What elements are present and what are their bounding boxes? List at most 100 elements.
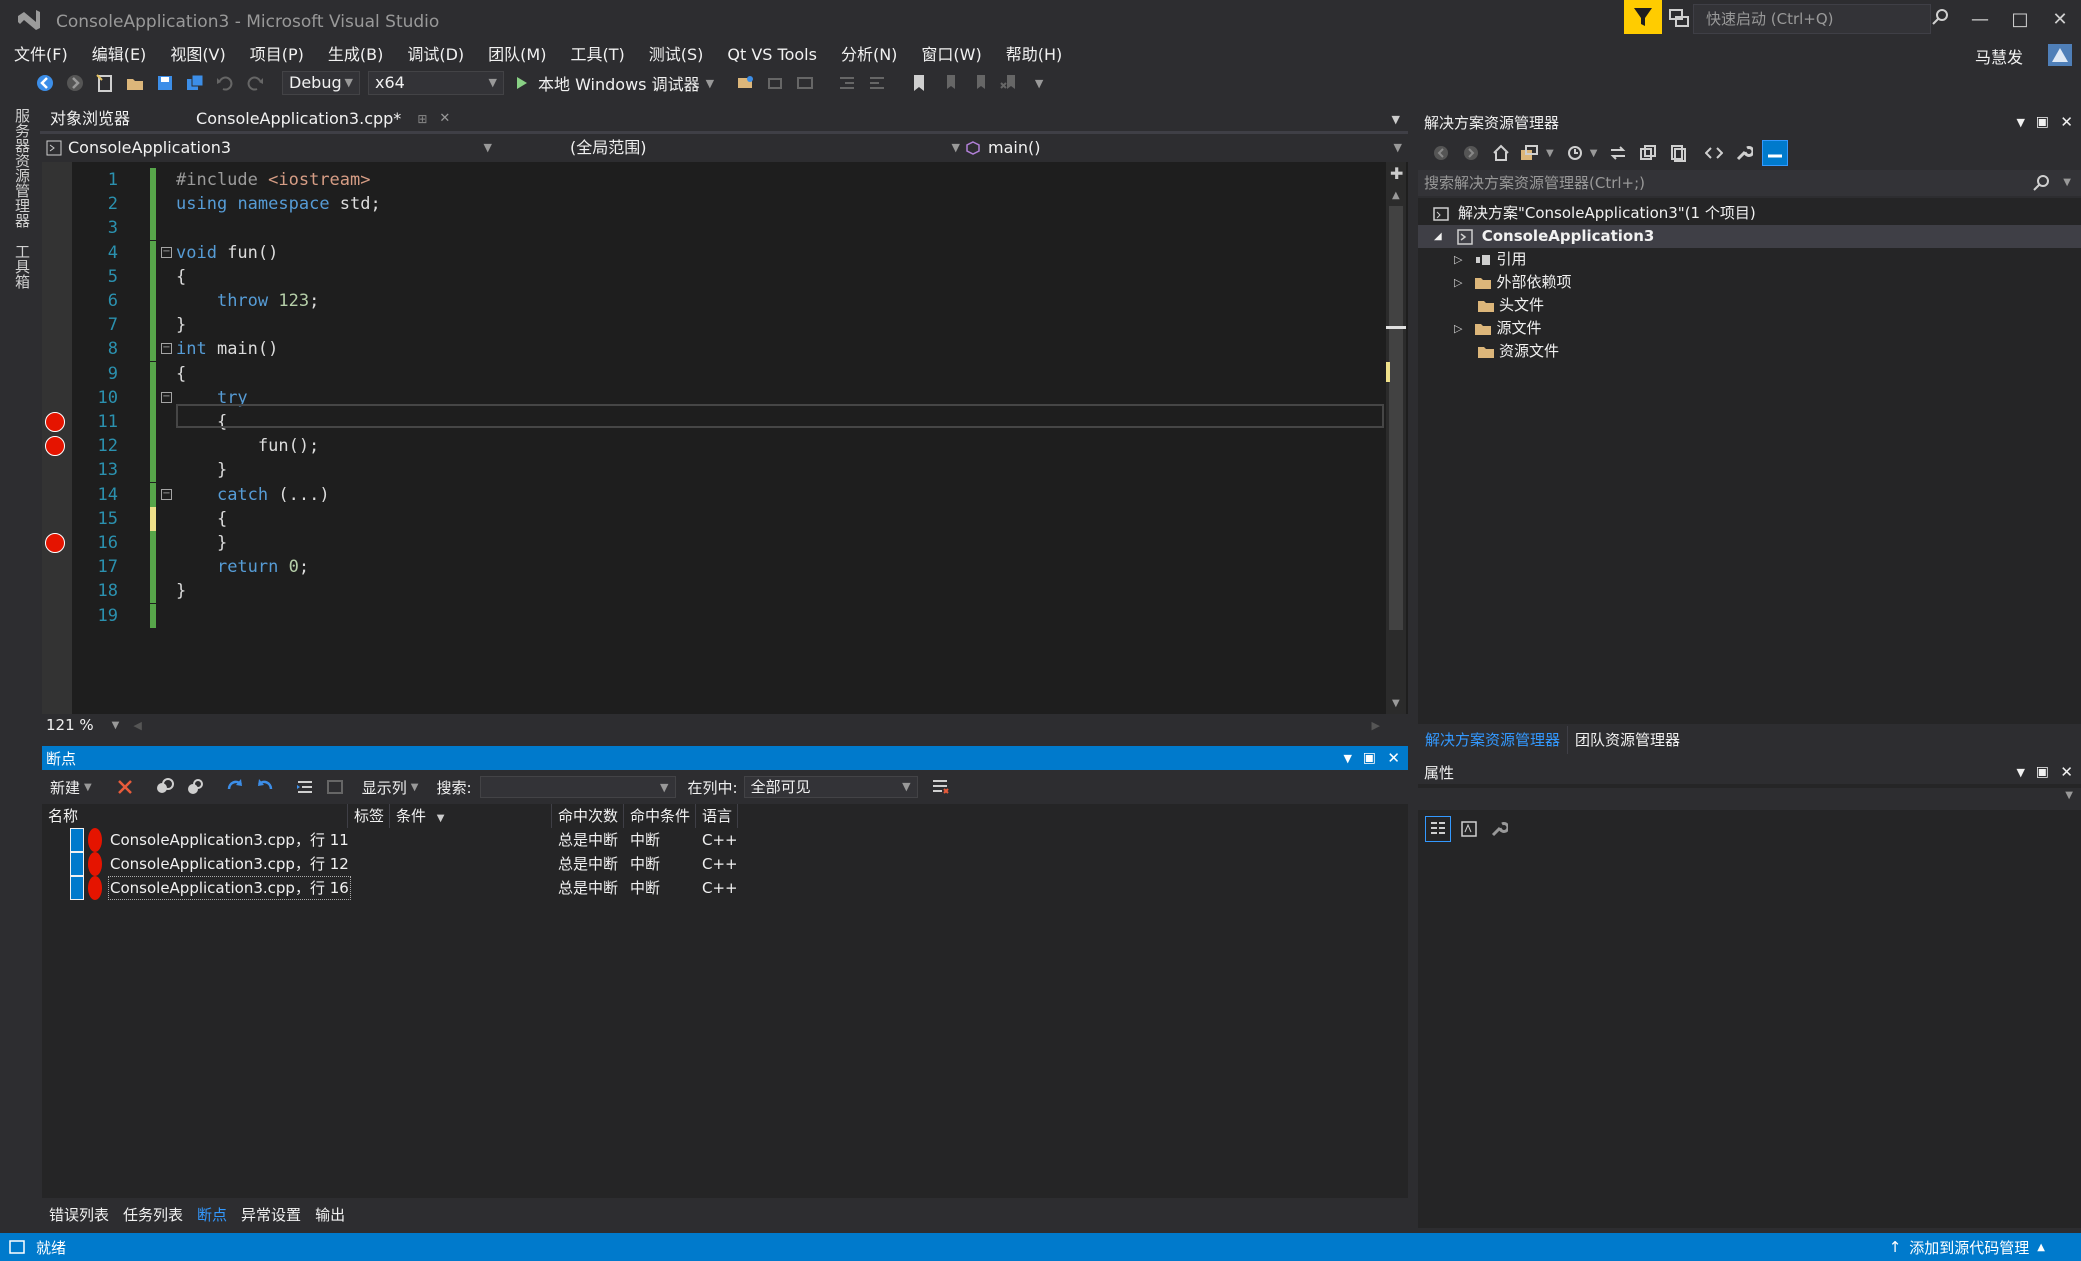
menu-project[interactable]: 项目(P)	[238, 42, 316, 68]
pending-changes-filter-icon[interactable]	[1563, 141, 1587, 165]
search-icon[interactable]	[2033, 174, 2051, 192]
tab-output[interactable]: 输出	[308, 1200, 352, 1230]
undo-icon[interactable]	[213, 71, 237, 95]
menu-build[interactable]: 生成(B)	[316, 42, 395, 68]
tab-exception-settings[interactable]: 异常设置	[234, 1200, 308, 1230]
sync-with-active-document-icon[interactable]	[1606, 141, 1630, 165]
breakpoint-icon[interactable]	[45, 436, 65, 457]
scroll-up-icon[interactable]: ▲	[1392, 190, 1400, 201]
menu-team[interactable]: 团队(M)	[476, 42, 558, 68]
chevron-down-icon[interactable]: ▼	[1590, 148, 1598, 159]
code-line[interactable]: 15 {	[0, 506, 1386, 531]
tab-error-list[interactable]: 错误列表	[42, 1200, 116, 1230]
forward-icon[interactable]	[1459, 141, 1483, 165]
tab-object-browser[interactable]: 对象浏览器	[42, 107, 138, 131]
scroll-right-icon[interactable]: ▶	[1372, 719, 1380, 732]
column-header-language[interactable]: 语言	[696, 804, 738, 828]
save-icon[interactable]	[153, 71, 177, 95]
tree-node-source-files[interactable]: ▷ 源文件	[1454, 317, 1541, 340]
notification-icon[interactable]	[1668, 8, 1690, 28]
quick-launch-input[interactable]: 快速启动 (Ctrl+Q)	[1693, 4, 1931, 34]
table-row[interactable]: ConsoleApplication3.cpp，行 16 总是中断 中断 C++	[42, 876, 1408, 900]
menu-edit[interactable]: 编辑(E)	[80, 42, 159, 68]
menu-test[interactable]: 测试(S)	[637, 42, 716, 68]
close-tab-icon[interactable]: ✕	[439, 107, 450, 131]
chevron-down-icon[interactable]: ▼	[2017, 766, 2025, 779]
decrease-indent-icon[interactable]	[835, 71, 859, 95]
navigate-forward-icon[interactable]	[63, 71, 87, 95]
enabled-checkbox[interactable]	[70, 876, 84, 900]
menu-help[interactable]: 帮助(H)	[994, 42, 1075, 68]
avatar[interactable]	[2046, 42, 2074, 68]
start-debugging-button[interactable]: 本地 Windows 调试器 ▼	[514, 71, 714, 95]
scope-dropdown[interactable]: (全局范围) ▼	[524, 136, 964, 160]
home-icon[interactable]	[1489, 141, 1513, 165]
project-dropdown[interactable]: ConsoleApplication3 ▼	[46, 136, 496, 160]
next-bookmark-icon[interactable]	[967, 71, 991, 95]
code-line[interactable]: 5{	[0, 264, 1386, 289]
pin-icon[interactable]: ▣	[1363, 750, 1376, 766]
maximize-button[interactable]: □	[2000, 6, 2040, 36]
collapse-all-icon[interactable]	[1636, 141, 1660, 165]
table-row[interactable]: ConsoleApplication3.cpp，行 12 总是中断 中断 C++	[42, 852, 1408, 876]
expanded-arrow-icon[interactable]: ◢	[1434, 225, 1442, 248]
code-line[interactable]: 8 − int main()	[0, 337, 1386, 362]
output-window-icon[interactable]	[8, 1239, 26, 1255]
user-account[interactable]: 马慧发	[1975, 44, 2023, 68]
go-to-source-icon[interactable]	[223, 775, 247, 799]
menu-qt-vs-tools[interactable]: Qt VS Tools	[715, 42, 829, 68]
column-header-hit-condition[interactable]: 命中条件	[624, 804, 696, 828]
breakpoint-icon[interactable]	[45, 412, 65, 432]
tab-team-explorer[interactable]: 团队资源管理器	[1568, 726, 1687, 754]
preview-selected-items-icon[interactable]	[1762, 140, 1789, 166]
new-breakpoint-button[interactable]: 新建 ▼	[50, 777, 92, 798]
table-row[interactable]: ConsoleApplication3.cpp，行 11 总是中断 中断 C++	[42, 828, 1408, 852]
code-line[interactable]: 12 fun();	[0, 434, 1386, 459]
comment-out-icon[interactable]	[793, 71, 817, 95]
code-line[interactable]: 4 − void fun()	[0, 240, 1386, 265]
menu-window[interactable]: 窗口(W)	[909, 42, 993, 68]
add-to-source-control-button[interactable]: ↑ 添加到源代码管理 ▲	[1889, 1237, 2045, 1258]
code-line[interactable]: 1 #include <iostream>	[0, 168, 1386, 192]
split-editor-icon[interactable]: ✚	[1390, 164, 1403, 183]
show-columns-button[interactable]: 显示列 ▼	[362, 777, 419, 798]
menu-analyze[interactable]: 分析(N)	[829, 42, 909, 68]
find-in-files-icon[interactable]	[763, 71, 787, 95]
code-line[interactable]: 19	[0, 603, 1386, 628]
previous-bookmark-icon[interactable]	[937, 71, 961, 95]
solution-platform-select[interactable]: x64 ▼	[368, 71, 504, 95]
bookmark-icon[interactable]	[907, 71, 931, 95]
delete-icon[interactable]	[113, 775, 137, 799]
in-column-select[interactable]: 全部可见 ▼	[743, 776, 918, 798]
categorized-icon[interactable]	[1425, 816, 1451, 842]
code-line[interactable]: 18}	[0, 579, 1386, 604]
close-window-button[interactable]: ✕	[2040, 6, 2080, 36]
column-header-labels[interactable]: 标签	[348, 804, 390, 828]
export-icon[interactable]	[293, 775, 317, 799]
chevron-down-icon[interactable]: ▼	[2063, 170, 2071, 196]
chevron-down-icon[interactable]: ▼	[2017, 116, 2025, 129]
column-header-hit-count[interactable]: 命中次数	[552, 804, 624, 828]
increase-indent-icon[interactable]	[865, 71, 889, 95]
breakpoint-icon[interactable]	[45, 533, 65, 553]
column-header-name[interactable]: 名称	[42, 804, 348, 828]
back-icon[interactable]	[1429, 141, 1453, 165]
code-line[interactable]: 17 return 0;	[0, 555, 1386, 580]
navigate-back-icon[interactable]	[33, 71, 57, 95]
property-pages-wrench-icon[interactable]	[1487, 817, 1511, 841]
enabled-checkbox[interactable]	[70, 828, 84, 852]
tree-node-project[interactable]: ◢ ConsoleApplication3	[1418, 225, 2081, 248]
tab-task-list[interactable]: 任务列表	[116, 1200, 190, 1230]
alphabetical-icon[interactable]	[1457, 817, 1481, 841]
close-panel-icon[interactable]: ✕	[2060, 113, 2073, 131]
save-all-icon[interactable]	[183, 71, 207, 95]
tree-node-solution[interactable]: 解决方案"ConsoleApplication3"(1 个项目)	[1432, 202, 1756, 225]
view-code-icon[interactable]	[1702, 141, 1726, 165]
menu-tools[interactable]: 工具(T)	[558, 42, 636, 68]
code-line[interactable]: 7}	[0, 313, 1386, 338]
minimize-button[interactable]: —	[1960, 6, 2000, 36]
show-all-files-icon[interactable]	[1666, 141, 1690, 165]
clear-bookmarks-icon[interactable]	[997, 71, 1021, 95]
solution-configuration-select[interactable]: Debug ▼	[282, 71, 360, 95]
member-dropdown[interactable]: main() ▼	[962, 136, 1406, 160]
